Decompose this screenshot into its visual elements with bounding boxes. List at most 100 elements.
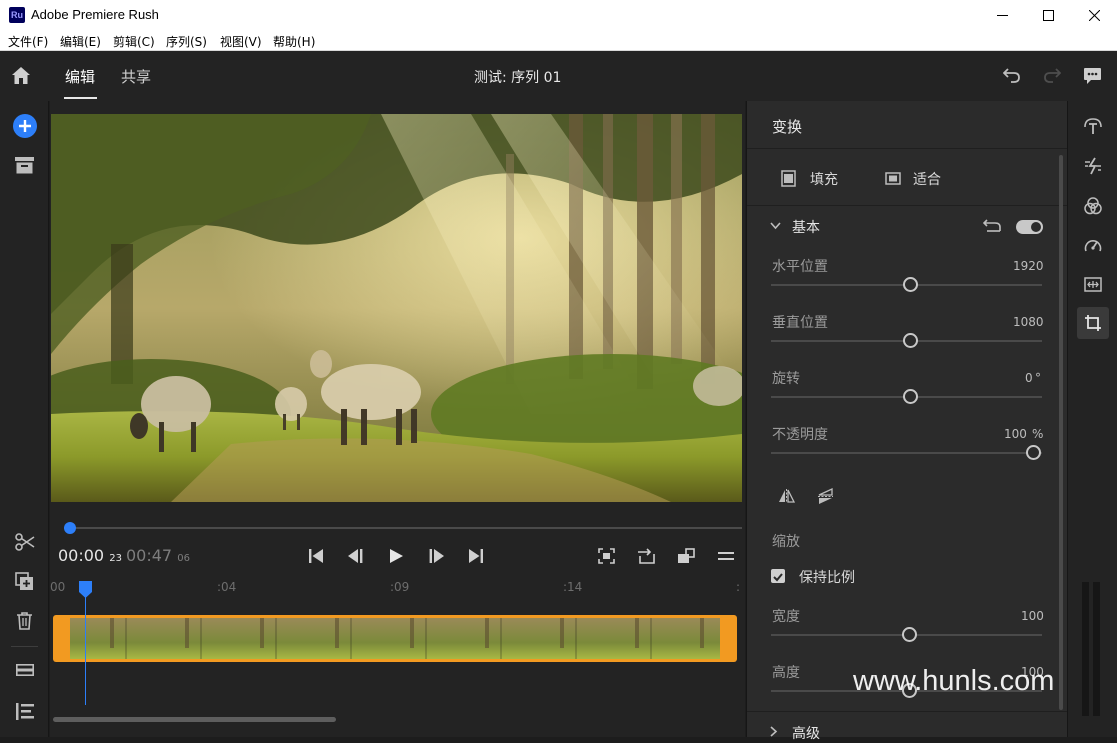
app-logo-icon: Ru xyxy=(9,7,25,23)
width-value[interactable]: 100 xyxy=(1021,609,1044,623)
fit-button[interactable]: 适合 xyxy=(913,169,941,189)
minimize-button[interactable] xyxy=(979,0,1025,30)
menu-bar: 文件(F) 编辑(E) 剪辑(C) 序列(S) 视图(V) 帮助(H) xyxy=(0,30,1117,51)
section-divider xyxy=(747,711,1067,712)
active-tab-indicator xyxy=(64,97,97,99)
home-icon[interactable] xyxy=(11,66,31,85)
ruler-label: :09 xyxy=(390,580,410,594)
menu-file[interactable]: 文件(F) xyxy=(8,33,48,50)
tab-edit[interactable]: 编辑 xyxy=(65,66,95,87)
step-forward-icon[interactable] xyxy=(427,548,445,564)
width-knob[interactable] xyxy=(902,627,917,642)
project-assets-icon[interactable] xyxy=(15,157,34,174)
rotation-label: 旋转 xyxy=(772,371,800,387)
playhead-handle[interactable] xyxy=(78,580,93,603)
width-label: 宽度 xyxy=(772,609,800,625)
color-icon[interactable] xyxy=(1084,197,1102,215)
audio-icon[interactable] xyxy=(1084,277,1102,292)
menu-edit[interactable]: 编辑(E) xyxy=(60,33,101,50)
horizontal-position-value[interactable]: 1920 xyxy=(1013,259,1044,273)
scrubber-track[interactable] xyxy=(64,527,742,529)
left-toolbar xyxy=(0,101,49,737)
undo-icon[interactable] xyxy=(1003,67,1021,83)
menu-clip[interactable]: 剪辑(C) xyxy=(113,33,155,50)
delete-trash-icon[interactable] xyxy=(16,612,33,630)
split-scissors-icon[interactable] xyxy=(15,533,35,551)
horizontal-position-label: 水平位置 xyxy=(772,259,828,275)
opacity-label: 不透明度 xyxy=(772,427,828,443)
menu-sequence[interactable]: 序列(S) xyxy=(166,33,207,50)
enable-toggle[interactable] xyxy=(1016,220,1043,234)
window-title: Adobe Premiere Rush xyxy=(31,7,159,22)
menu-help[interactable]: 帮助(H) xyxy=(273,33,315,50)
timeline-scrollbar[interactable] xyxy=(53,717,336,722)
rotation-value[interactable]: 0 xyxy=(1025,371,1033,385)
current-timecode: 00:00 23 xyxy=(58,546,122,565)
fit-frame-icon[interactable] xyxy=(598,548,615,564)
audio-meter-right xyxy=(1093,582,1100,716)
vertical-position-value[interactable]: 1080 xyxy=(1013,315,1044,329)
panel-scrollbar[interactable] xyxy=(1059,155,1063,710)
go-to-end-icon[interactable] xyxy=(468,548,484,564)
flip-vertical-icon[interactable] xyxy=(818,488,833,505)
play-icon[interactable] xyxy=(389,548,404,564)
duration-frames: 06 xyxy=(177,553,190,564)
chevron-down-icon[interactable] xyxy=(770,222,781,230)
current-time: 00:00 xyxy=(58,546,105,565)
opacity-slider[interactable] xyxy=(771,452,1042,454)
panel-title: 变换 xyxy=(772,118,803,136)
video-clip[interactable] xyxy=(53,615,737,662)
opacity-knob[interactable] xyxy=(1026,445,1041,460)
rotation-unit: ° xyxy=(1035,371,1041,385)
maximize-button[interactable] xyxy=(1025,0,1071,30)
horizontal-position-knob[interactable] xyxy=(903,277,918,292)
crop-icon[interactable] xyxy=(1084,314,1102,332)
vertical-position-label: 垂直位置 xyxy=(772,315,828,331)
ruler-label: :14 xyxy=(563,580,583,594)
add-media-icon[interactable] xyxy=(13,114,37,138)
sequence-title: 测试: 序列 01 xyxy=(474,70,562,86)
current-frames: 23 xyxy=(109,553,122,564)
keep-ratio-checkbox[interactable] xyxy=(771,569,785,583)
flip-horizontal-icon[interactable] xyxy=(778,489,795,503)
duration-time: 00:47 xyxy=(126,546,173,565)
properties-panel: 变换 填充 适合 基本 水平位置 1920 垂直位置 1080 旋转 0 ° 不… xyxy=(746,101,1067,742)
section-basic-title[interactable]: 基本 xyxy=(792,217,820,237)
more-menu-icon[interactable] xyxy=(718,550,734,562)
transitions-icon[interactable] xyxy=(1084,157,1102,175)
clip-thumbnails xyxy=(70,618,720,659)
tab-share[interactable]: 共享 xyxy=(121,66,151,87)
ruler-label: :04 xyxy=(217,580,237,594)
fill-button[interactable]: 填充 xyxy=(810,169,838,189)
track-list-icon[interactable] xyxy=(16,703,34,720)
section-advanced-title[interactable]: 高级 xyxy=(792,723,820,743)
aspect-ratio-icon[interactable] xyxy=(677,548,695,564)
height-label: 高度 xyxy=(772,665,800,681)
step-back-icon[interactable] xyxy=(347,548,365,564)
title-bar: Ru Adobe Premiere Rush xyxy=(0,0,1117,30)
opacity-value[interactable]: 100 xyxy=(1004,427,1027,441)
export-frame-icon[interactable] xyxy=(637,548,655,564)
chevron-right-icon[interactable] xyxy=(770,726,778,737)
scrubber-handle[interactable] xyxy=(64,522,76,534)
go-to-start-icon[interactable] xyxy=(308,548,324,564)
fit-icon[interactable] xyxy=(885,172,901,185)
ruler-label: : xyxy=(736,580,741,594)
close-button[interactable] xyxy=(1071,0,1117,30)
titles-icon[interactable] xyxy=(1084,117,1102,136)
fill-icon[interactable] xyxy=(781,170,796,187)
track-controls-icon[interactable] xyxy=(16,664,34,676)
audio-meter-left xyxy=(1082,582,1089,716)
speed-icon[interactable] xyxy=(1084,237,1102,253)
duplicate-icon[interactable] xyxy=(15,572,34,591)
rotation-knob[interactable] xyxy=(903,389,918,404)
menu-view[interactable]: 视图(V) xyxy=(220,33,262,50)
reset-icon[interactable] xyxy=(983,219,1001,233)
feedback-icon[interactable] xyxy=(1083,67,1102,85)
keep-ratio-label[interactable]: 保持比例 xyxy=(799,567,855,587)
video-preview[interactable] xyxy=(51,114,742,502)
playhead-line xyxy=(85,597,86,705)
opacity-unit: % xyxy=(1032,427,1044,441)
redo-icon[interactable] xyxy=(1043,67,1061,83)
vertical-position-knob[interactable] xyxy=(903,333,918,348)
